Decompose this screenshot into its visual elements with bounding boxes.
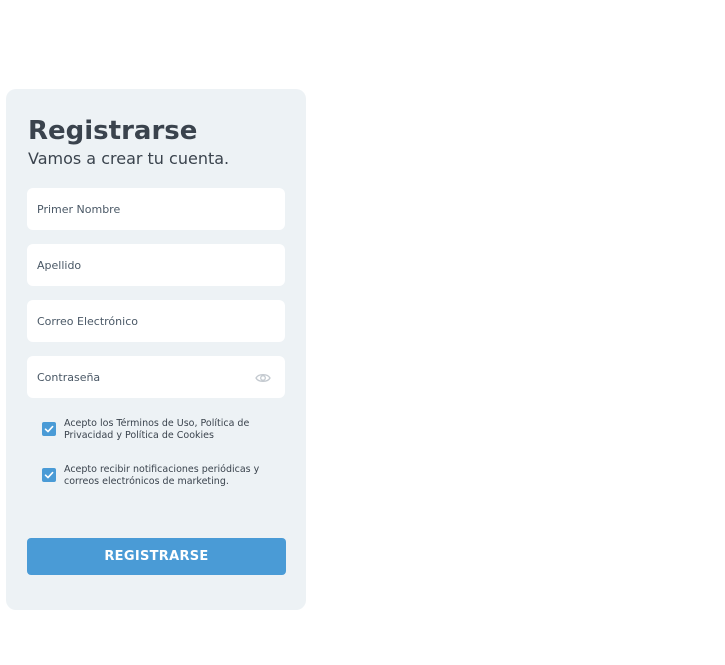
terms-checkbox[interactable] bbox=[42, 422, 56, 436]
email-input[interactable] bbox=[27, 300, 285, 342]
signup-card: Registrarse Vamos a crear tu cuenta. Ace… bbox=[6, 89, 306, 610]
first-name-input[interactable] bbox=[27, 188, 285, 230]
page-title: Registrarse bbox=[28, 116, 198, 146]
marketing-checkbox-label: Acepto recibir notificaciones periódicas… bbox=[64, 464, 260, 487]
terms-checkbox-label: Acepto los Términos de Uso, Política de … bbox=[64, 418, 250, 441]
last-name-field-container bbox=[27, 244, 285, 286]
password-field-container bbox=[27, 356, 285, 398]
page-subtitle: Vamos a crear tu cuenta. bbox=[28, 149, 230, 168]
password-input[interactable] bbox=[27, 356, 285, 398]
last-name-input[interactable] bbox=[27, 244, 285, 286]
first-name-field-container bbox=[27, 188, 285, 230]
email-field-container bbox=[27, 300, 285, 342]
eye-icon[interactable] bbox=[255, 370, 271, 384]
marketing-checkbox[interactable] bbox=[42, 468, 56, 482]
checkmark-icon bbox=[44, 425, 54, 433]
register-button[interactable]: REGISTRARSE bbox=[27, 538, 286, 575]
checkmark-icon bbox=[44, 471, 54, 479]
